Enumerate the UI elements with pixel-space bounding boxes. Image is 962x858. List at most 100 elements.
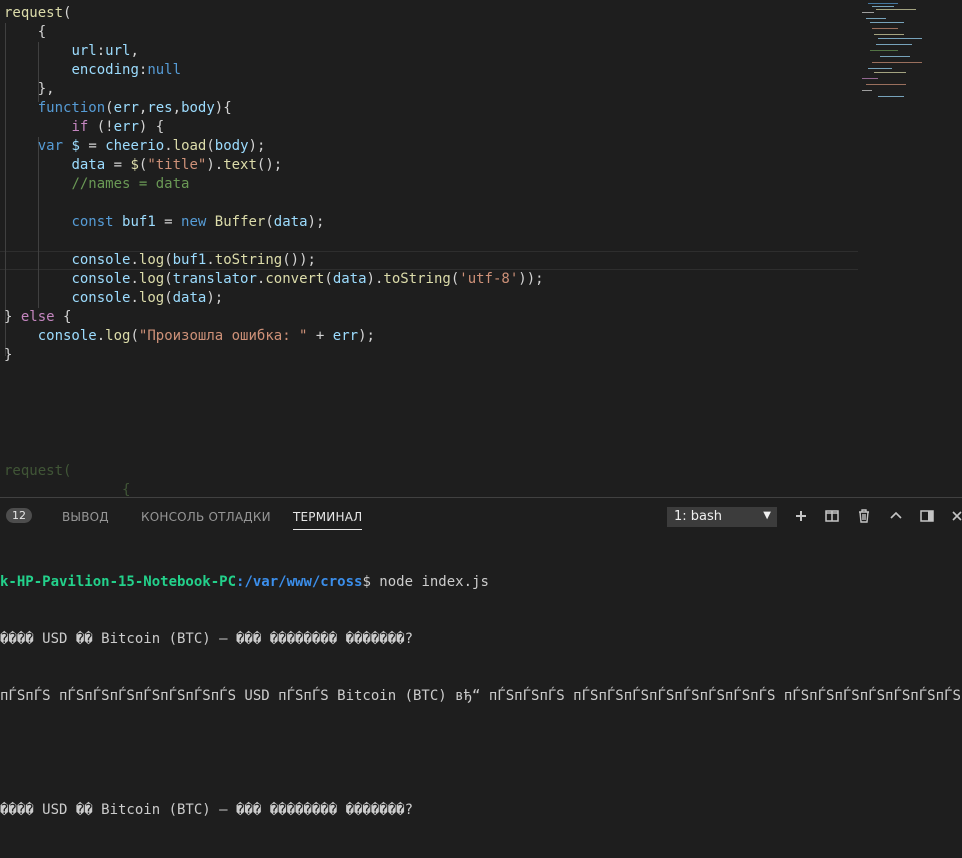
minimap-stroke	[866, 18, 886, 19]
code-token: (	[206, 138, 215, 154]
code-token: function	[37, 100, 106, 116]
code-token: res	[147, 100, 173, 116]
code-token: );	[248, 138, 266, 154]
code-token: log	[138, 252, 165, 268]
code-token: );	[206, 290, 224, 306]
code-token: convert	[265, 271, 325, 287]
code-line: function(err,res,body){	[4, 99, 544, 118]
code-token: }	[4, 347, 13, 363]
code-token: buf1	[122, 214, 156, 230]
code-token: $	[130, 157, 139, 173]
code-token: body	[181, 100, 215, 116]
code-token: :	[96, 43, 106, 59]
code-token: =	[105, 157, 131, 173]
code-line: },	[4, 80, 544, 99]
code-token: log	[138, 271, 165, 287]
terminal-line: ���� USD �� Bitcoin (BTC) — ��� ��������…	[0, 631, 414, 647]
code-line: console.log(buf1.toString());	[4, 251, 544, 270]
code-token: ).	[206, 157, 224, 173]
code-line: console.log("Произошла ошибка: " + err);	[4, 327, 544, 346]
close-icon[interactable]	[948, 507, 962, 525]
code-token: (	[164, 252, 173, 268]
code-editor[interactable]: request( { url:url, encoding:null }, fun…	[0, 0, 962, 497]
trash-icon[interactable]	[855, 507, 873, 525]
minimap-stroke	[862, 12, 874, 13]
code-lines[interactable]: request( { url:url, encoding:null }, fun…	[4, 4, 544, 365]
code-token: );	[358, 328, 375, 344]
code-token: toString	[383, 271, 451, 287]
code-line: } else {	[4, 308, 544, 327]
code-token: buf1	[172, 252, 207, 268]
code-token: (	[450, 271, 460, 287]
code-token: translator	[172, 271, 257, 287]
code-token: ());	[282, 252, 316, 268]
code-token: ){	[214, 100, 232, 116]
code-token: +	[307, 328, 333, 344]
code-token: (	[265, 214, 274, 230]
peek-code-lines: request( {	[4, 462, 130, 497]
split-icon[interactable]	[823, 507, 841, 525]
code-token: if	[71, 119, 89, 135]
code-line: {	[4, 23, 544, 42]
code-line: }	[4, 346, 544, 365]
code-token: .	[164, 138, 173, 154]
code-token: ).	[366, 271, 384, 287]
minimap-stroke	[876, 9, 916, 10]
terminal-prompt-line: k-HP-Pavilion-15-Notebook-PC:/var/www/cr…	[0, 573, 962, 592]
code-token: }	[4, 309, 21, 325]
code-token: body	[214, 138, 249, 154]
code-token: request	[4, 5, 64, 21]
minimap-stroke	[868, 3, 898, 4]
code-token: null	[147, 62, 182, 78]
plus-icon[interactable]	[792, 507, 810, 525]
prompt-host: k-HP-Pavilion-15-Notebook-PC	[0, 574, 237, 590]
code-token: {	[54, 309, 72, 325]
terminal-output[interactable]: k-HP-Pavilion-15-Notebook-PC:/var/www/cr…	[0, 535, 962, 858]
code-token: data	[332, 271, 367, 287]
code-token: =	[155, 214, 182, 230]
code-token: url	[71, 43, 97, 59]
code-line: {	[4, 481, 130, 497]
code-token: $	[71, 138, 80, 154]
code-token: "title"	[147, 157, 207, 173]
code-token: log	[105, 328, 131, 344]
chevron-up-icon[interactable]	[887, 507, 905, 525]
code-token: (	[130, 328, 139, 344]
code-token: data	[273, 214, 308, 230]
code-token: =	[79, 138, 106, 154]
minimap-stroke	[862, 90, 872, 91]
code-token: {	[122, 482, 131, 497]
minimap[interactable]	[858, 0, 962, 110]
code-line: const buf1 = new Buffer(data);	[4, 213, 544, 232]
minimap-stroke	[880, 56, 910, 57]
code-line: var $ = cheerio.load(body);	[4, 137, 544, 156]
code-token: console	[37, 328, 97, 344]
terminal-select[interactable]: 1: bash ▼	[667, 507, 777, 527]
code-token: console	[71, 271, 131, 287]
code-token: ,	[130, 43, 139, 59]
code-token: data	[71, 157, 106, 173]
code-line: if (!err) {	[4, 118, 544, 137]
tab-output[interactable]: ВЫВОД	[62, 510, 109, 524]
code-token: );	[307, 214, 325, 230]
tab-debug-console[interactable]: КОНСОЛЬ ОТЛАДКИ	[141, 510, 271, 524]
code-token: load	[172, 138, 207, 154]
maximize-icon[interactable]	[918, 507, 936, 525]
minimap-stroke	[872, 62, 922, 63]
code-token: const	[71, 214, 114, 230]
prompt-path: :/var/www/cross	[236, 574, 363, 590]
terminal-select-value: 1: bash	[674, 509, 723, 524]
code-token: request(	[4, 463, 72, 479]
code-token: //names = data	[71, 176, 190, 192]
code-token: text	[223, 157, 257, 173]
code-token: Buffer	[214, 214, 266, 230]
minimap-stroke	[872, 28, 898, 29]
minimap-stroke	[874, 72, 906, 73]
code-token: cheerio	[105, 138, 165, 154]
problems-badge[interactable]: 12	[6, 508, 32, 523]
tab-terminal[interactable]: ТЕРМИНАЛ	[293, 510, 363, 530]
